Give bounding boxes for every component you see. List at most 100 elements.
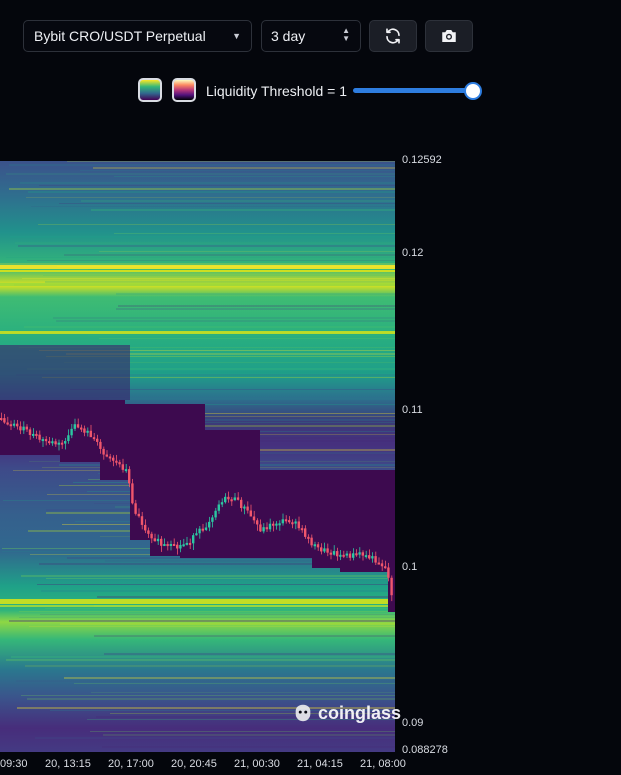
candle-body [44, 439, 48, 442]
candle-body [227, 496, 230, 500]
candle-body [16, 423, 19, 427]
candle-body [329, 552, 332, 555]
heatmap-streak [80, 170, 395, 171]
candle-body [137, 513, 140, 517]
candle-body [3, 418, 6, 423]
heatmap-streak [24, 326, 395, 328]
heatmap-streak [20, 182, 395, 184]
y-tick-0.12: 0.12 [402, 247, 424, 259]
candle-wick [365, 550, 367, 559]
candle-body [316, 544, 320, 548]
candle-body [374, 556, 377, 563]
candle-body [332, 551, 336, 555]
candle-body [294, 521, 297, 524]
candle-body [252, 516, 256, 521]
candle-body [172, 543, 176, 546]
candle-body [361, 552, 364, 556]
candle-body [64, 441, 67, 444]
candle-body [118, 462, 121, 465]
candle-body [304, 528, 307, 537]
heatmap-hot-band [0, 283, 395, 286]
candle-body [224, 496, 227, 503]
candle-body [176, 544, 179, 549]
candle-wick [33, 428, 34, 439]
candle-body [220, 502, 224, 505]
candle-body [32, 433, 35, 436]
heatmap-streak [21, 695, 395, 696]
heatmap-hot-band [0, 331, 395, 334]
heatmap-streak [74, 683, 395, 684]
heatmap-streak [38, 224, 395, 225]
candle-body [124, 469, 128, 472]
candle-wick [42, 436, 44, 447]
candle-wick [266, 522, 268, 532]
candle-body [51, 441, 54, 444]
heatmap-streak [46, 578, 395, 579]
heatmap-streak [64, 254, 395, 256]
candle-body [188, 542, 192, 545]
candle-body [259, 524, 262, 532]
candle-body [204, 527, 208, 530]
candle-body [80, 427, 83, 430]
candle-body [83, 428, 86, 433]
heatmap-streak [99, 251, 395, 252]
candle-wick [295, 518, 297, 530]
heatmap-hot-band [0, 599, 395, 604]
heatmap-streak [29, 626, 395, 627]
candle-body [355, 553, 358, 556]
candle-body [144, 524, 147, 531]
candle-body [38, 434, 41, 440]
candle-body [115, 460, 118, 463]
candle-body [108, 456, 112, 459]
candle-body [300, 528, 304, 531]
heatmap-streak [102, 746, 395, 748]
candle-body [198, 528, 201, 534]
candle-body [41, 439, 44, 442]
x-tick-5: 21, 04:15 [297, 758, 343, 770]
candle-body [281, 519, 284, 524]
heatmap-streak [114, 176, 395, 177]
candle-body [236, 497, 240, 500]
candle-body [22, 426, 25, 431]
candle-body [310, 537, 313, 546]
heatmap-streak [59, 203, 395, 204]
candle-body [131, 483, 134, 504]
candle-body [256, 520, 259, 525]
candle-body [233, 497, 236, 501]
y-tick-0.11: 0.11 [402, 404, 423, 416]
candle-body [307, 536, 310, 539]
heatmap-streak [9, 164, 395, 166]
candle-body [371, 556, 374, 559]
candle-body [134, 503, 137, 514]
heatmap-streak [26, 197, 395, 198]
heatmap-streak [27, 698, 395, 700]
candle-body [19, 426, 22, 431]
heatmap-streak [104, 653, 395, 655]
coinglass-watermark: coinglass [292, 702, 401, 724]
heatmap-streak [19, 611, 395, 612]
candle-wick [324, 542, 325, 554]
candle-body [48, 441, 51, 444]
candle-body [342, 554, 345, 557]
candle-body [348, 553, 352, 558]
heatmap-streak [40, 614, 395, 615]
candle-body [390, 577, 393, 596]
candle-body [12, 423, 16, 426]
candle-body [297, 521, 300, 529]
heatmap-streak [90, 731, 395, 732]
candle-body [275, 523, 278, 526]
candle-wick [257, 518, 258, 531]
candle-body [278, 523, 281, 526]
heatmap-streak [99, 338, 395, 339]
candle-body [246, 506, 249, 511]
candle-body [60, 442, 64, 445]
heatmap-streak [118, 305, 395, 307]
candle-body [96, 438, 99, 442]
heatmap-streak [35, 737, 395, 739]
candle-body [150, 533, 153, 539]
candle-body [339, 554, 342, 557]
heatmap-streak [91, 209, 395, 211]
candle-body [284, 519, 288, 522]
candle-body [166, 544, 169, 547]
candle-body [230, 499, 233, 502]
